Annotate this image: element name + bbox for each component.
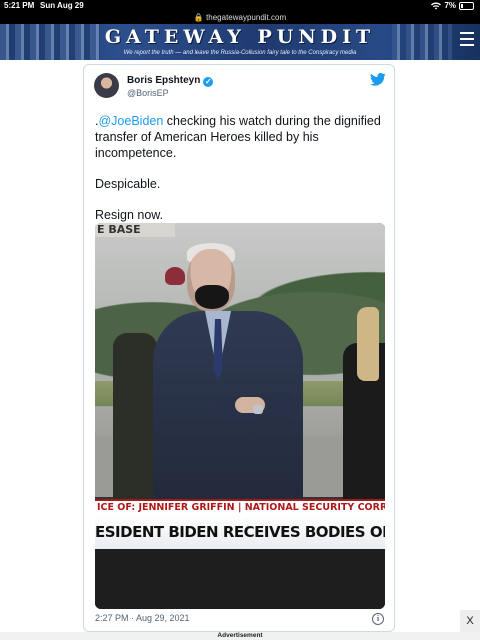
tweet-photo[interactable]: E BASE ICE OF: JENNIFER GRIFFIN | NATION… bbox=[95, 223, 385, 609]
reporter-title: | NATIONAL SECURITY CORR bbox=[234, 502, 385, 513]
lock-icon: 🔒 bbox=[193, 13, 204, 22]
tweet-author-handle[interactable]: @BorisEP bbox=[127, 88, 169, 98]
tweet-author-name[interactable]: Boris Epshteyn ✓ bbox=[127, 75, 214, 87]
face-mask bbox=[195, 285, 229, 309]
embedded-tweet[interactable]: Boris Epshteyn ✓ @BorisEP .@JoeBiden chec… bbox=[83, 64, 395, 632]
tweet-line-1: .@JoeBiden checking his watch during the… bbox=[95, 114, 381, 160]
url-bar[interactable]: 🔒 thegatewaypundit.com bbox=[0, 12, 480, 24]
battery-percent: 7% bbox=[444, 1, 456, 10]
ad-close-button[interactable]: X bbox=[460, 610, 480, 632]
tweet-line-2: Despicable. bbox=[95, 177, 161, 191]
reporter-credit: ICE OF: JENNIFER GRIFFIN bbox=[97, 502, 235, 513]
verified-badge-icon: ✓ bbox=[203, 77, 214, 87]
tweet-timestamp[interactable]: 2:27 PM · Aug 29, 2021 bbox=[95, 613, 190, 623]
advertisement-label: Advertisement bbox=[0, 632, 480, 640]
status-indicators: 7% bbox=[431, 0, 474, 12]
author-name-text: Boris Epshteyn bbox=[127, 75, 201, 86]
status-time: 5:21 PM bbox=[4, 1, 35, 10]
wristwatch bbox=[253, 405, 263, 414]
tweet-text: .@JoeBiden checking his watch during the… bbox=[95, 113, 387, 223]
mention-link[interactable]: @JoeBiden bbox=[98, 114, 163, 128]
soldier-figure bbox=[113, 333, 157, 503]
avatar[interactable] bbox=[94, 73, 119, 98]
status-date: Sun Aug 29 bbox=[40, 1, 84, 10]
site-header: GATEWAY PUNDIT We report the truth — and… bbox=[0, 24, 480, 60]
site-logo[interactable]: GATEWAY PUNDIT bbox=[0, 26, 480, 48]
url-text: thegatewaypundit.com bbox=[206, 13, 287, 22]
site-tagline: We report the truth — and leave the Russ… bbox=[123, 50, 357, 56]
news-lower-third: ICE OF: JENNIFER GRIFFIN | NATIONAL SECU… bbox=[95, 499, 385, 515]
status-bar: 5:21 PM Sun Aug 29 7% bbox=[0, 0, 480, 12]
news-headline: ESIDENT BIDEN RECEIVES BODIES OF FALLEN bbox=[95, 515, 385, 549]
twitter-bird-icon[interactable] bbox=[370, 73, 386, 86]
battery-icon bbox=[459, 2, 474, 10]
wifi-icon bbox=[431, 2, 442, 10]
hamburger-menu-icon[interactable] bbox=[460, 32, 474, 50]
tweet-line-3: Resign now. bbox=[95, 208, 164, 222]
hangar-sign: E BASE bbox=[95, 223, 175, 237]
info-icon[interactable]: i bbox=[372, 613, 384, 625]
